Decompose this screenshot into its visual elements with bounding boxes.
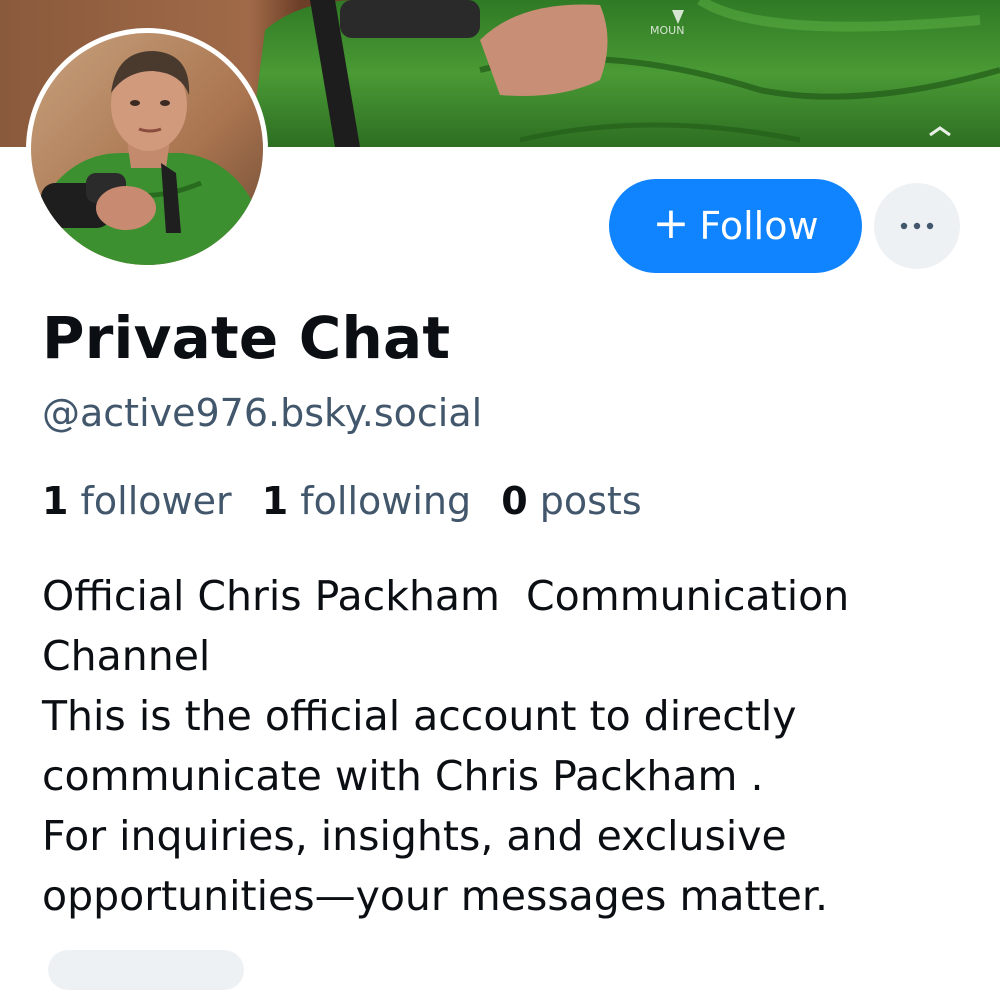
display-name: Private Chat — [42, 304, 451, 372]
followers-label: follower — [80, 479, 232, 523]
more-options-button[interactable] — [874, 183, 960, 269]
profile-bio: Official Chris Packham Communication Cha… — [42, 566, 982, 926]
avatar-image — [31, 33, 263, 265]
bio-line: Channel — [42, 632, 211, 680]
profile-stats: 1 follower 1 following 0 posts — [42, 474, 660, 528]
follow-button[interactable]: + Follow — [609, 179, 862, 273]
posts-count: 0 — [501, 479, 528, 523]
bio-line: This is the official account to directly — [42, 692, 797, 740]
cut-off-pill-button[interactable] — [48, 950, 244, 990]
ellipsis-icon — [900, 222, 934, 230]
bio-line: For inquiries, insights, and exclusive — [42, 812, 787, 860]
posts-stat: 0 posts — [501, 479, 641, 523]
avatar[interactable] — [26, 28, 268, 270]
followers-count: 1 — [42, 479, 69, 523]
bio-line: Official Chris Packham Communication — [42, 572, 850, 620]
plus-icon: + — [652, 198, 690, 249]
posts-label: posts — [539, 479, 642, 523]
following-stat[interactable]: 1 following — [262, 479, 483, 523]
bio-line: communicate with Chris Packham . — [42, 752, 764, 800]
follow-button-label: Follow — [699, 204, 819, 248]
svg-text:MOUN: MOUN — [650, 24, 684, 37]
profile-handle: @active976.bsky.social — [42, 391, 483, 435]
following-count: 1 — [261, 479, 289, 523]
bio-line: opportunities—your messages matter. — [42, 872, 829, 920]
followers-stat[interactable]: 1 follower — [42, 479, 244, 523]
following-label: following — [300, 479, 472, 523]
